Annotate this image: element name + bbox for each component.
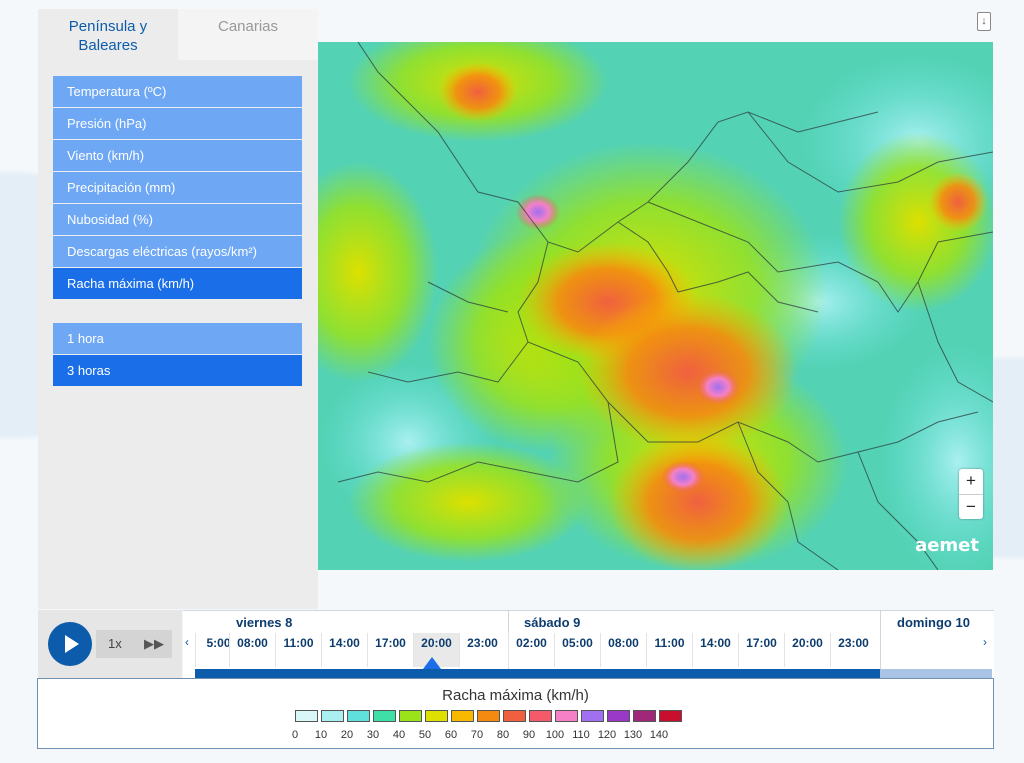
hour-slot[interactable]: 02:00 [508, 633, 554, 667]
legend-swatch [633, 710, 656, 722]
legend-swatch [607, 710, 630, 722]
menu-item-nubosidad[interactable]: Nubosidad (%) [53, 204, 302, 235]
variable-menu: Temperatura (ºC) Presión (hPa) Viento (k… [53, 76, 302, 300]
player-controls: 1x ▶▶ [38, 610, 182, 678]
hour-slot[interactable]: 08:00 [600, 633, 646, 667]
legend-tick-label: 10 [314, 729, 328, 741]
legend-swatch [425, 710, 448, 722]
legend-swatch [581, 710, 604, 722]
speed-label: 1x [108, 636, 122, 651]
legend-swatch [373, 710, 396, 722]
zoom-out-button[interactable]: − [959, 494, 983, 519]
speed-selector[interactable]: 1x ▶▶ [96, 630, 172, 658]
legend-swatch [295, 710, 318, 722]
day-label: domingo 10 [897, 615, 970, 630]
day-label: sábado 9 [524, 615, 581, 630]
menu-item-1-hora[interactable]: 1 hora [53, 323, 302, 354]
menu-item-temperatura[interactable]: Temperatura (ºC) [53, 76, 302, 107]
timeline[interactable]: ‹ › viernes 8 sábado 9 domingo 10 5:00 0… [183, 610, 994, 679]
hour-slot[interactable]: 11:00 [646, 633, 692, 667]
hour-slot[interactable]: 14:00 [692, 633, 738, 667]
zoom-control: + − [959, 469, 983, 519]
timeline-days: viernes 8 sábado 9 domingo 10 [195, 611, 985, 669]
menu-item-descargas[interactable]: Descargas eléctricas (rayos/km²) [53, 236, 302, 267]
side-panel: Península y Baleares Canarias Temperatur… [38, 9, 318, 609]
legend-tick-label: 80 [496, 729, 510, 741]
color-legend: Racha máxima (km/h) 0 10 20 30 40 50 60 70 80 90 1… [37, 678, 994, 749]
menu-item-3-horas[interactable]: 3 horas [53, 355, 302, 386]
fast-forward-icon[interactable]: ▶▶ [144, 630, 164, 658]
legend-tick-label: 110 [572, 729, 590, 741]
zoom-in-button[interactable]: + [959, 469, 983, 494]
legend-tick-label: 50 [418, 729, 432, 741]
legend-swatch [399, 710, 422, 722]
menu-item-presion[interactable]: Presión (hPa) [53, 108, 302, 139]
hour-slot[interactable]: 08:00 [229, 633, 275, 667]
aemet-logo: aemet [915, 535, 979, 556]
hour-slot[interactable]: 11:00 [275, 633, 321, 667]
download-icon[interactable]: ↓ [977, 12, 991, 31]
legend-swatch [477, 710, 500, 722]
hour-slot[interactable]: 17:00 [367, 633, 413, 667]
legend-tick-label: 20 [340, 729, 354, 741]
legend-swatch [503, 710, 526, 722]
legend-swatch [529, 710, 552, 722]
legend-tick-label: 60 [444, 729, 458, 741]
menu-item-precipitacion[interactable]: Precipitación (mm) [53, 172, 302, 203]
day-divider [880, 611, 881, 669]
play-button[interactable] [48, 622, 92, 666]
hour-slot[interactable]: 14:00 [321, 633, 367, 667]
timeline-next-icon[interactable]: › [983, 635, 987, 649]
hour-slot[interactable]: 05:00 [554, 633, 600, 667]
hour-slot[interactable]: 23:00 [459, 633, 505, 667]
legend-swatch [321, 710, 344, 722]
menu-item-viento[interactable]: Viento (km/h) [53, 140, 302, 171]
timeline-prev-icon[interactable]: ‹ [185, 635, 189, 649]
weather-map[interactable]: + − aemet [318, 42, 993, 570]
legend-swatch [451, 710, 474, 722]
legend-swatches [295, 710, 685, 722]
legend-title: Racha máxima (km/h) [442, 687, 589, 704]
legend-tick-label: 90 [522, 729, 536, 741]
hour-slot[interactable]: 20:00 [784, 633, 830, 667]
legend-tick-label: 140 [649, 729, 669, 741]
tab-canarias[interactable]: Canarias [178, 9, 318, 60]
interval-menu: 1 hora 3 horas [53, 323, 302, 387]
legend-tick-label: 130 [623, 729, 643, 741]
hour-slot[interactable]: 17:00 [738, 633, 784, 667]
tab-peninsula[interactable]: Península y Baleares [38, 9, 178, 60]
legend-tick-label: 0 [291, 729, 299, 741]
legend-tick-label: 70 [470, 729, 484, 741]
legend-swatch [347, 710, 370, 722]
menu-item-racha[interactable]: Racha máxima (km/h) [53, 268, 302, 299]
legend-tick-label: 40 [392, 729, 406, 741]
legend-tick-label: 100 [545, 729, 565, 741]
day-label: viernes 8 [236, 615, 293, 630]
timeline-marker-icon[interactable] [423, 657, 441, 669]
hour-slot[interactable]: 23:00 [830, 633, 876, 667]
legend-tick-label: 30 [366, 729, 380, 741]
legend-tick-label: 120 [597, 729, 617, 741]
gust-map-graphic [318, 42, 993, 570]
legend-swatch [659, 710, 682, 722]
legend-swatch [555, 710, 578, 722]
region-tabs: Península y Baleares Canarias [38, 9, 318, 60]
